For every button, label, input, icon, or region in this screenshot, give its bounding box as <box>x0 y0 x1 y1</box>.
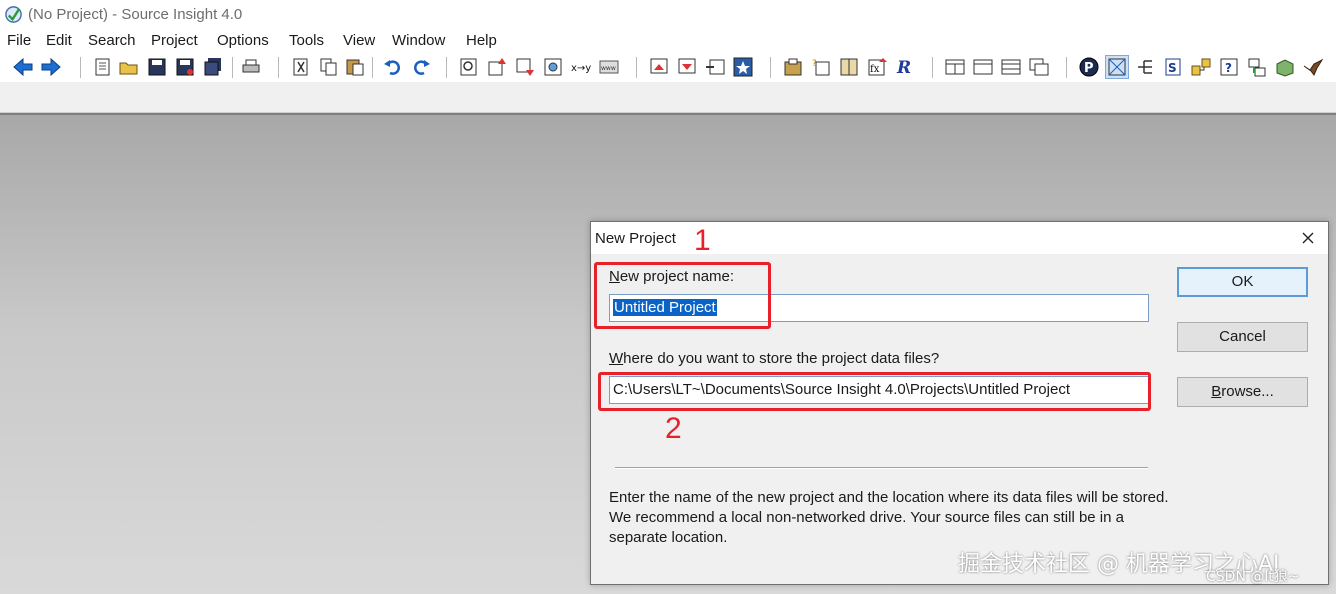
book-icon[interactable] <box>838 56 860 78</box>
menu-options[interactable]: Options <box>217 32 269 49</box>
toolbar-separator <box>80 57 82 78</box>
menu-window[interactable]: Window <box>392 32 445 49</box>
context-icon[interactable] <box>1105 55 1129 79</box>
source-insight-logo-icon <box>5 6 22 23</box>
svg-text:fx: fx <box>870 64 880 75</box>
web-icon[interactable]: www <box>598 56 620 78</box>
ok-button[interactable]: OK <box>1177 267 1308 297</box>
cut-icon[interactable] <box>290 56 312 78</box>
source-icon[interactable]: S <box>1162 56 1184 78</box>
jump-down-icon[interactable] <box>514 56 536 78</box>
annotation-number-2: 2 <box>665 412 682 445</box>
menu-view[interactable]: View <box>343 32 375 49</box>
dialog-description: Enter the name of the new project and th… <box>609 489 1169 546</box>
help-icon[interactable]: ? <box>1218 56 1240 78</box>
print-icon[interactable] <box>240 56 262 78</box>
forward-arrow-icon[interactable] <box>40 56 62 78</box>
cancel-button[interactable]: Cancel <box>1177 322 1308 352</box>
function-icon[interactable]: fx <box>866 56 888 78</box>
svg-text:P: P <box>1084 61 1094 76</box>
browse-button-text: rowse... <box>1221 383 1274 400</box>
undo-icon[interactable] <box>382 56 404 78</box>
mnemonic-w: W <box>609 350 624 367</box>
close-icon[interactable] <box>1298 228 1318 248</box>
toolbar-separator <box>372 57 374 78</box>
relation-icon[interactable]: R <box>894 56 916 78</box>
new-project-dialog: New Project New project name: Untitled P… <box>590 221 1329 585</box>
package-icon[interactable] <box>1274 56 1296 78</box>
paste-icon[interactable] <box>344 56 366 78</box>
open-folder-icon[interactable] <box>118 56 140 78</box>
symbol-window-icon[interactable] <box>704 56 726 78</box>
toolbar-separator <box>770 57 772 78</box>
replace-icon[interactable]: x→y <box>570 56 592 78</box>
toolbar-separator <box>278 57 280 78</box>
browse-icon[interactable] <box>542 56 564 78</box>
menu-tools[interactable]: Tools <box>289 32 324 49</box>
dialog-title: New Project <box>595 230 676 247</box>
star-icon[interactable] <box>732 56 754 78</box>
annotation-box-2 <box>598 372 1151 411</box>
symbol-info-icon[interactable]: ? <box>810 56 832 78</box>
back-arrow-icon[interactable] <box>12 56 34 78</box>
annotation-box-1 <box>594 262 771 329</box>
svg-text:S: S <box>1168 61 1177 75</box>
jump-up-icon[interactable] <box>486 56 508 78</box>
secondary-toolbar-area <box>0 82 1336 113</box>
window-title: (No Project) - Source Insight 4.0 <box>28 6 243 23</box>
layout-3-icon[interactable] <box>1000 56 1022 78</box>
toolbar: x→y www ? fx R P S ? <box>0 52 1336 82</box>
mnemonic-b: B <box>1211 383 1222 400</box>
project-icon[interactable] <box>782 56 804 78</box>
save-as-icon[interactable] <box>174 56 196 78</box>
toolbar-separator <box>636 57 638 78</box>
new-file-icon[interactable] <box>92 56 114 78</box>
layout-2-icon[interactable] <box>972 56 994 78</box>
toolbar-separator <box>446 57 448 78</box>
save-all-icon[interactable] <box>202 56 224 78</box>
menu-edit[interactable]: Edit <box>46 32 72 49</box>
annotation-number-1: 1 <box>694 224 711 257</box>
toolbar-separator <box>1066 57 1068 78</box>
save-icon[interactable] <box>146 56 168 78</box>
parse-icon[interactable]: P <box>1078 56 1100 78</box>
svg-text:x→y: x→y <box>571 63 591 74</box>
call-graph-icon[interactable] <box>1246 56 1268 78</box>
menu-project[interactable]: Project <box>151 32 198 49</box>
search-files-icon[interactable] <box>458 56 480 78</box>
redo-icon[interactable] <box>410 56 432 78</box>
svg-text:R: R <box>896 58 911 78</box>
svg-text:www: www <box>601 65 616 72</box>
dialog-divider <box>615 467 1148 469</box>
folder-tree-icon[interactable] <box>1190 56 1212 78</box>
layout-4-icon[interactable] <box>1028 56 1050 78</box>
bookmark-next-icon[interactable] <box>676 56 698 78</box>
location-label-text: here do you want to store the project da… <box>623 350 940 367</box>
copy-icon[interactable] <box>318 56 340 78</box>
tree-icon[interactable] <box>1134 56 1156 78</box>
toolbar-separator <box>932 57 934 78</box>
title-bar: (No Project) - Source Insight 4.0 <box>0 0 1336 30</box>
bird-icon[interactable] <box>1302 56 1324 78</box>
toolbar-separator <box>232 57 234 78</box>
svg-text:?: ? <box>812 59 817 69</box>
bookmark-prev-icon[interactable] <box>648 56 670 78</box>
menu-help[interactable]: Help <box>466 32 497 49</box>
watermark-sub: CSDN @lt狼~ <box>1206 569 1300 585</box>
svg-text:?: ? <box>1225 61 1232 75</box>
menu-file[interactable]: File <box>7 32 31 49</box>
browse-button[interactable]: Browse... <box>1177 377 1308 407</box>
menu-search[interactable]: Search <box>88 32 136 49</box>
location-label: Where do you want to store the project d… <box>609 350 939 367</box>
layout-1-icon[interactable] <box>944 56 966 78</box>
menu-bar: File Edit Search Project Options Tools V… <box>0 30 1336 52</box>
